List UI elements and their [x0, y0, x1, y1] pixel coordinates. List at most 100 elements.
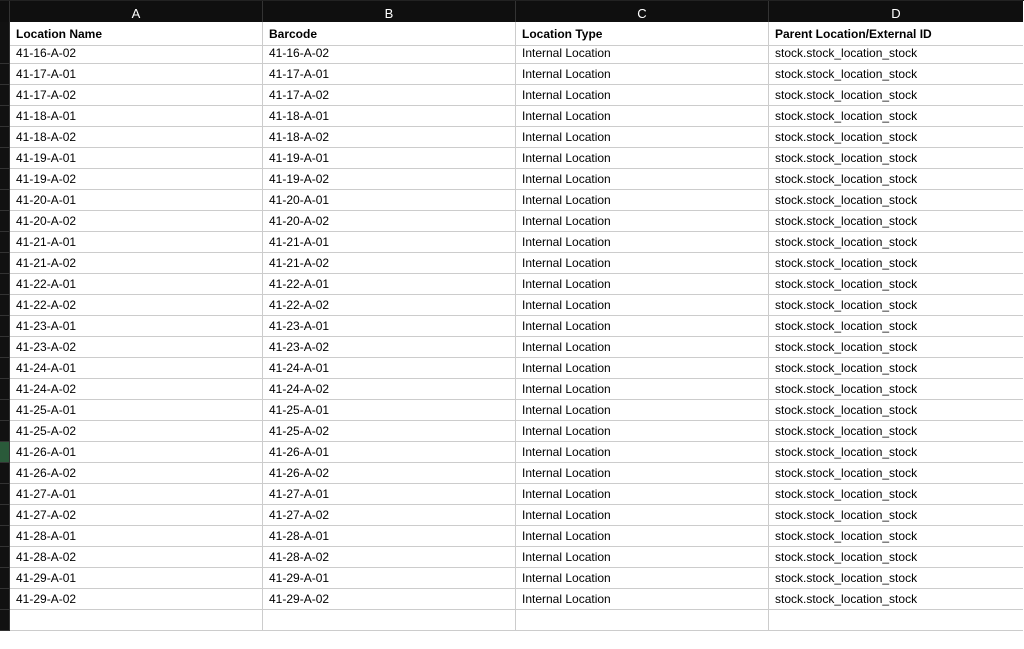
cell[interactable]: 41-24-A-01	[10, 358, 263, 379]
cell[interactable]: stock.stock_location_stock	[769, 568, 1023, 589]
cell[interactable]: Internal Location	[516, 148, 769, 169]
cell[interactable]: 41-28-A-02	[263, 547, 516, 568]
cell[interactable]: stock.stock_location_stock	[769, 295, 1023, 316]
cell[interactable]: 41-29-A-02	[263, 589, 516, 610]
cell[interactable]: stock.stock_location_stock	[769, 211, 1023, 232]
row-header[interactable]	[0, 526, 10, 547]
cell[interactable]: Internal Location	[516, 484, 769, 505]
cell[interactable]: Internal Location	[516, 547, 769, 568]
cell[interactable]: Internal Location	[516, 316, 769, 337]
cell[interactable]: Internal Location	[516, 589, 769, 610]
cell[interactable]: 41-23-A-02	[10, 337, 263, 358]
cell[interactable]: stock.stock_location_stock	[769, 379, 1023, 400]
cell[interactable]: stock.stock_location_stock	[769, 337, 1023, 358]
cell[interactable]: Internal Location	[516, 106, 769, 127]
spreadsheet[interactable]: A B C D Location Name Barcode Location T…	[0, 0, 1024, 631]
cell[interactable]: 41-23-A-01	[263, 316, 516, 337]
cell[interactable]: 41-19-A-02	[263, 169, 516, 190]
cell[interactable]: 41-29-A-01	[10, 568, 263, 589]
cell[interactable]: Internal Location	[516, 442, 769, 463]
cell[interactable]: 41-16-A-02	[10, 43, 263, 64]
cell[interactable]: 41-22-A-01	[263, 274, 516, 295]
cell[interactable]: Internal Location	[516, 43, 769, 64]
row-header[interactable]	[0, 589, 10, 610]
cell[interactable]: stock.stock_location_stock	[769, 169, 1023, 190]
cell[interactable]: 41-22-A-01	[10, 274, 263, 295]
row-header[interactable]	[0, 379, 10, 400]
cell[interactable]: stock.stock_location_stock	[769, 400, 1023, 421]
row-header[interactable]	[0, 169, 10, 190]
cell[interactable]: 41-26-A-02	[10, 463, 263, 484]
cell[interactable]: 41-17-A-02	[10, 85, 263, 106]
row-header[interactable]	[0, 337, 10, 358]
cell[interactable]: 41-22-A-02	[263, 295, 516, 316]
cell[interactable]: Internal Location	[516, 358, 769, 379]
cell[interactable]: Internal Location	[516, 379, 769, 400]
row-header[interactable]	[0, 43, 10, 64]
cell[interactable]: 41-24-A-02	[10, 379, 263, 400]
row-header[interactable]	[0, 463, 10, 484]
cell[interactable]: 41-24-A-01	[263, 358, 516, 379]
cell[interactable]: stock.stock_location_stock	[769, 106, 1023, 127]
cell[interactable]: 41-19-A-01	[263, 148, 516, 169]
row-header[interactable]	[0, 442, 10, 463]
cell[interactable]: stock.stock_location_stock	[769, 127, 1023, 148]
cell[interactable]: 41-26-A-02	[263, 463, 516, 484]
cell[interactable]: stock.stock_location_stock	[769, 274, 1023, 295]
cell[interactable]: stock.stock_location_stock	[769, 421, 1023, 442]
row-header[interactable]	[0, 400, 10, 421]
cell[interactable]: 41-27-A-02	[263, 505, 516, 526]
cell[interactable]: 41-23-A-01	[10, 316, 263, 337]
row-header[interactable]	[0, 547, 10, 568]
cell[interactable]: 41-23-A-02	[263, 337, 516, 358]
cell[interactable]: stock.stock_location_stock	[769, 64, 1023, 85]
cell[interactable]: 41-25-A-02	[263, 421, 516, 442]
cell[interactable]: Internal Location	[516, 568, 769, 589]
cell[interactable]: 41-26-A-01	[263, 442, 516, 463]
cell[interactable]: 41-19-A-01	[10, 148, 263, 169]
cell[interactable]: Internal Location	[516, 169, 769, 190]
cell[interactable]: Internal Location	[516, 505, 769, 526]
cell[interactable]: 41-20-A-02	[10, 211, 263, 232]
cell[interactable]: Internal Location	[516, 463, 769, 484]
cell[interactable]: Internal Location	[516, 211, 769, 232]
cell[interactable]: 41-17-A-01	[263, 64, 516, 85]
cell[interactable]: 41-19-A-02	[10, 169, 263, 190]
cell[interactable]: Internal Location	[516, 295, 769, 316]
cell[interactable]: 41-27-A-01	[263, 484, 516, 505]
cell[interactable]: 41-18-A-01	[10, 106, 263, 127]
cell[interactable]: stock.stock_location_stock	[769, 148, 1023, 169]
row-header[interactable]	[0, 421, 10, 442]
row-header[interactable]	[0, 190, 10, 211]
row-header[interactable]	[0, 106, 10, 127]
cell[interactable]: 41-17-A-01	[10, 64, 263, 85]
cell[interactable]	[263, 610, 516, 631]
cell[interactable]: 41-22-A-02	[10, 295, 263, 316]
cell[interactable]: 41-16-A-02	[263, 43, 516, 64]
row-header[interactable]	[0, 274, 10, 295]
cell[interactable]: 41-28-A-02	[10, 547, 263, 568]
cell[interactable]: 41-21-A-01	[10, 232, 263, 253]
cell[interactable]: 41-20-A-01	[263, 190, 516, 211]
row-header[interactable]	[0, 316, 10, 337]
cell[interactable]: 41-28-A-01	[263, 526, 516, 547]
cell[interactable]: Internal Location	[516, 127, 769, 148]
cell[interactable]: Internal Location	[516, 337, 769, 358]
cell[interactable]: stock.stock_location_stock	[769, 253, 1023, 274]
cell[interactable]: 41-27-A-01	[10, 484, 263, 505]
cell[interactable]: 41-25-A-01	[10, 400, 263, 421]
cell[interactable]: stock.stock_location_stock	[769, 358, 1023, 379]
cell[interactable]: 41-25-A-02	[10, 421, 263, 442]
cell[interactable]	[10, 610, 263, 631]
cell[interactable]: stock.stock_location_stock	[769, 190, 1023, 211]
row-header[interactable]	[0, 568, 10, 589]
cell[interactable]: stock.stock_location_stock	[769, 316, 1023, 337]
cell[interactable]: Internal Location	[516, 274, 769, 295]
cell[interactable]: Internal Location	[516, 421, 769, 442]
cell[interactable]: stock.stock_location_stock	[769, 526, 1023, 547]
row-header[interactable]	[0, 232, 10, 253]
cell[interactable]: 41-21-A-02	[10, 253, 263, 274]
cell[interactable]: 41-27-A-02	[10, 505, 263, 526]
row-header[interactable]	[0, 127, 10, 148]
row-header[interactable]	[0, 295, 10, 316]
